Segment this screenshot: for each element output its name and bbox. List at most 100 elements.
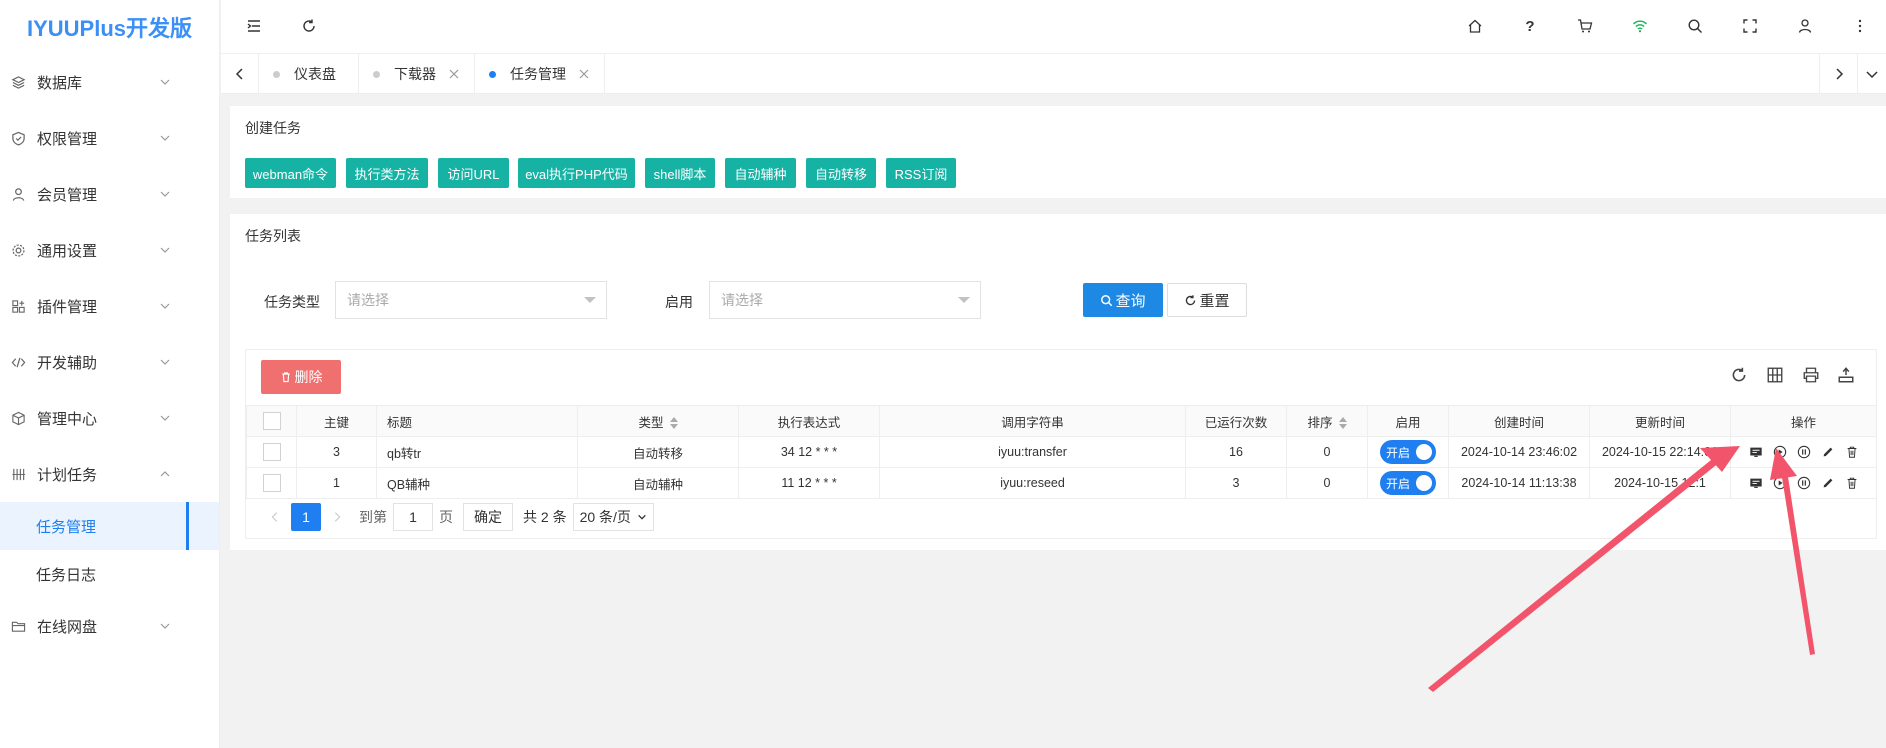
export-icon[interactable]: [1836, 365, 1856, 385]
enabled-select[interactable]: 请选择: [709, 281, 981, 319]
cell-created: 2024-10-14 11:13:38: [1448, 467, 1590, 499]
close-icon[interactable]: [578, 68, 590, 80]
create-auto-reseed-button[interactable]: 自动辅种: [725, 158, 796, 188]
cell-updated: 2024-10-15 22:14:01: [1589, 436, 1731, 468]
sidebar-item-settings[interactable]: 通用设置: [0, 222, 219, 278]
reset-button[interactable]: 重置: [1167, 283, 1247, 317]
cell-created: 2024-10-14 23:46:02: [1448, 436, 1590, 468]
log-icon[interactable]: [1748, 476, 1763, 491]
sidebar-item-permissions[interactable]: 权限管理: [0, 110, 219, 166]
sort-icon[interactable]: [669, 417, 678, 430]
prev-page-icon[interactable]: [261, 503, 289, 531]
table-refresh-icon[interactable]: [1729, 365, 1749, 385]
cell-title: QB辅种: [376, 467, 578, 499]
trash-icon[interactable]: [1844, 445, 1859, 460]
close-icon[interactable]: [448, 68, 460, 80]
task-type-select[interactable]: 请选择: [335, 281, 607, 319]
select-all-checkbox[interactable]: [246, 405, 297, 437]
tab-downloader[interactable]: 下载器: [359, 54, 475, 94]
print-icon[interactable]: [1801, 365, 1821, 385]
log-icon[interactable]: [1748, 445, 1763, 460]
tabs-scroll-left-icon[interactable]: [221, 54, 259, 94]
tab-label: 下载器: [394, 66, 436, 82]
enabled-toggle[interactable]: 开启: [1380, 471, 1436, 495]
user-icon: [10, 186, 26, 202]
chevron-down-icon: [638, 514, 646, 520]
columns-icon[interactable]: [1765, 365, 1785, 385]
sidebar-subitem-label: 任务管理: [36, 518, 97, 536]
tabs-scroll-right-icon[interactable]: [1819, 54, 1857, 94]
create-shell-script-button[interactable]: shell脚本: [645, 158, 715, 188]
edit-icon[interactable]: [1820, 445, 1835, 460]
fullscreen-icon[interactable]: [1737, 13, 1763, 39]
goto-page-input[interactable]: [393, 503, 433, 531]
sidebar-subitem-task-log[interactable]: 任务日志: [0, 550, 219, 598]
tabs-menu-chevron-icon[interactable]: [1857, 54, 1886, 94]
table-row[interactable]: 1 QB辅种 自动辅种 11 12 * * * iyuu:reseed 3 0 …: [246, 467, 1877, 499]
total-count: 共 2 条: [523, 509, 567, 525]
row-checkbox[interactable]: [246, 467, 297, 499]
refresh-icon[interactable]: [296, 13, 322, 39]
tab-dot: [273, 70, 280, 78]
sidebar-item-dev-tools[interactable]: 开发辅助: [0, 334, 219, 390]
tab-task-management[interactable]: 任务管理: [475, 54, 605, 94]
create-auto-transfer-button[interactable]: 自动转移: [806, 158, 876, 188]
gear-icon: [10, 242, 26, 258]
enabled-toggle[interactable]: 开启: [1380, 440, 1436, 464]
sidebar-item-plugins[interactable]: 插件管理: [0, 278, 219, 334]
create-eval-php-button[interactable]: eval执行PHP代码: [518, 158, 635, 188]
next-page-icon[interactable]: [323, 503, 351, 531]
sidebar-item-admin-center[interactable]: 管理中心: [0, 390, 219, 446]
trash-icon: [281, 372, 290, 383]
tab-dot: [373, 70, 380, 78]
goto-confirm-button[interactable]: 确定: [463, 503, 513, 531]
column-header-sortable[interactable]: 排序: [1286, 405, 1368, 437]
sidebar-item-database[interactable]: 数据库: [0, 54, 219, 110]
toggle-label: 开启: [1386, 476, 1411, 491]
caret-down-icon: [958, 297, 970, 303]
create-webman-command-button[interactable]: webman命令: [245, 158, 336, 188]
help-icon[interactable]: ?: [1517, 13, 1543, 39]
create-rss-subscription-button[interactable]: RSS订阅: [886, 158, 956, 188]
reset-label: 重置: [1199, 292, 1230, 310]
pause-icon[interactable]: [1796, 476, 1811, 491]
more-icon[interactable]: [1847, 13, 1873, 39]
create-task-title: 创建任务: [245, 120, 301, 136]
column-header-sortable[interactable]: 类型: [577, 405, 739, 437]
search-icon[interactable]: [1682, 13, 1708, 39]
chevron-up-icon: [160, 471, 170, 477]
column-header: 标题: [376, 405, 578, 437]
sidebar-item-label: 在线网盘: [37, 618, 98, 636]
run-icon[interactable]: [1772, 445, 1787, 460]
sidebar-item-members[interactable]: 会员管理: [0, 166, 219, 222]
cell-id: 1: [296, 467, 377, 499]
sidebar-item-label: 权限管理: [37, 130, 98, 148]
search-icon: [1101, 294, 1113, 306]
sidebar-subitem-task-management[interactable]: 任务管理: [0, 502, 219, 550]
create-class-method-button[interactable]: 执行类方法: [346, 158, 428, 188]
create-visit-url-button[interactable]: 访问URL: [438, 158, 509, 188]
wifi-icon[interactable]: [1627, 13, 1653, 39]
home-icon[interactable]: [1462, 13, 1488, 39]
app-logo[interactable]: IYUUPlus开发版: [0, 0, 219, 54]
page-size-select[interactable]: 20 条/页: [572, 503, 654, 531]
sidebar-item-cloud-drive[interactable]: 在线网盘: [0, 598, 219, 654]
sort-icon[interactable]: [1338, 417, 1347, 430]
pause-icon[interactable]: [1796, 445, 1811, 460]
delete-button[interactable]: 删除: [261, 360, 341, 394]
page-number-current[interactable]: 1: [291, 503, 321, 531]
row-checkbox[interactable]: [246, 436, 297, 468]
table-row[interactable]: 3 qb转tr 自动转移 34 12 * * * iyuu:transfer 1…: [246, 436, 1877, 468]
collapse-menu-icon[interactable]: [241, 13, 267, 39]
cell-updated: 2024-10-15 12:1: [1589, 467, 1731, 499]
query-button[interactable]: 查询: [1083, 283, 1163, 317]
cart-icon[interactable]: [1572, 13, 1598, 39]
tabs-bar: 仪表盘 下载器 任务管理: [221, 54, 1886, 94]
run-icon[interactable]: [1772, 476, 1787, 491]
chevron-down-icon: [160, 623, 170, 629]
edit-icon[interactable]: [1820, 476, 1835, 491]
trash-icon[interactable]: [1844, 476, 1859, 491]
sidebar-item-scheduled-tasks[interactable]: 计划任务: [0, 446, 219, 502]
tab-dashboard[interactable]: 仪表盘: [259, 54, 359, 94]
user-icon[interactable]: [1792, 13, 1818, 39]
